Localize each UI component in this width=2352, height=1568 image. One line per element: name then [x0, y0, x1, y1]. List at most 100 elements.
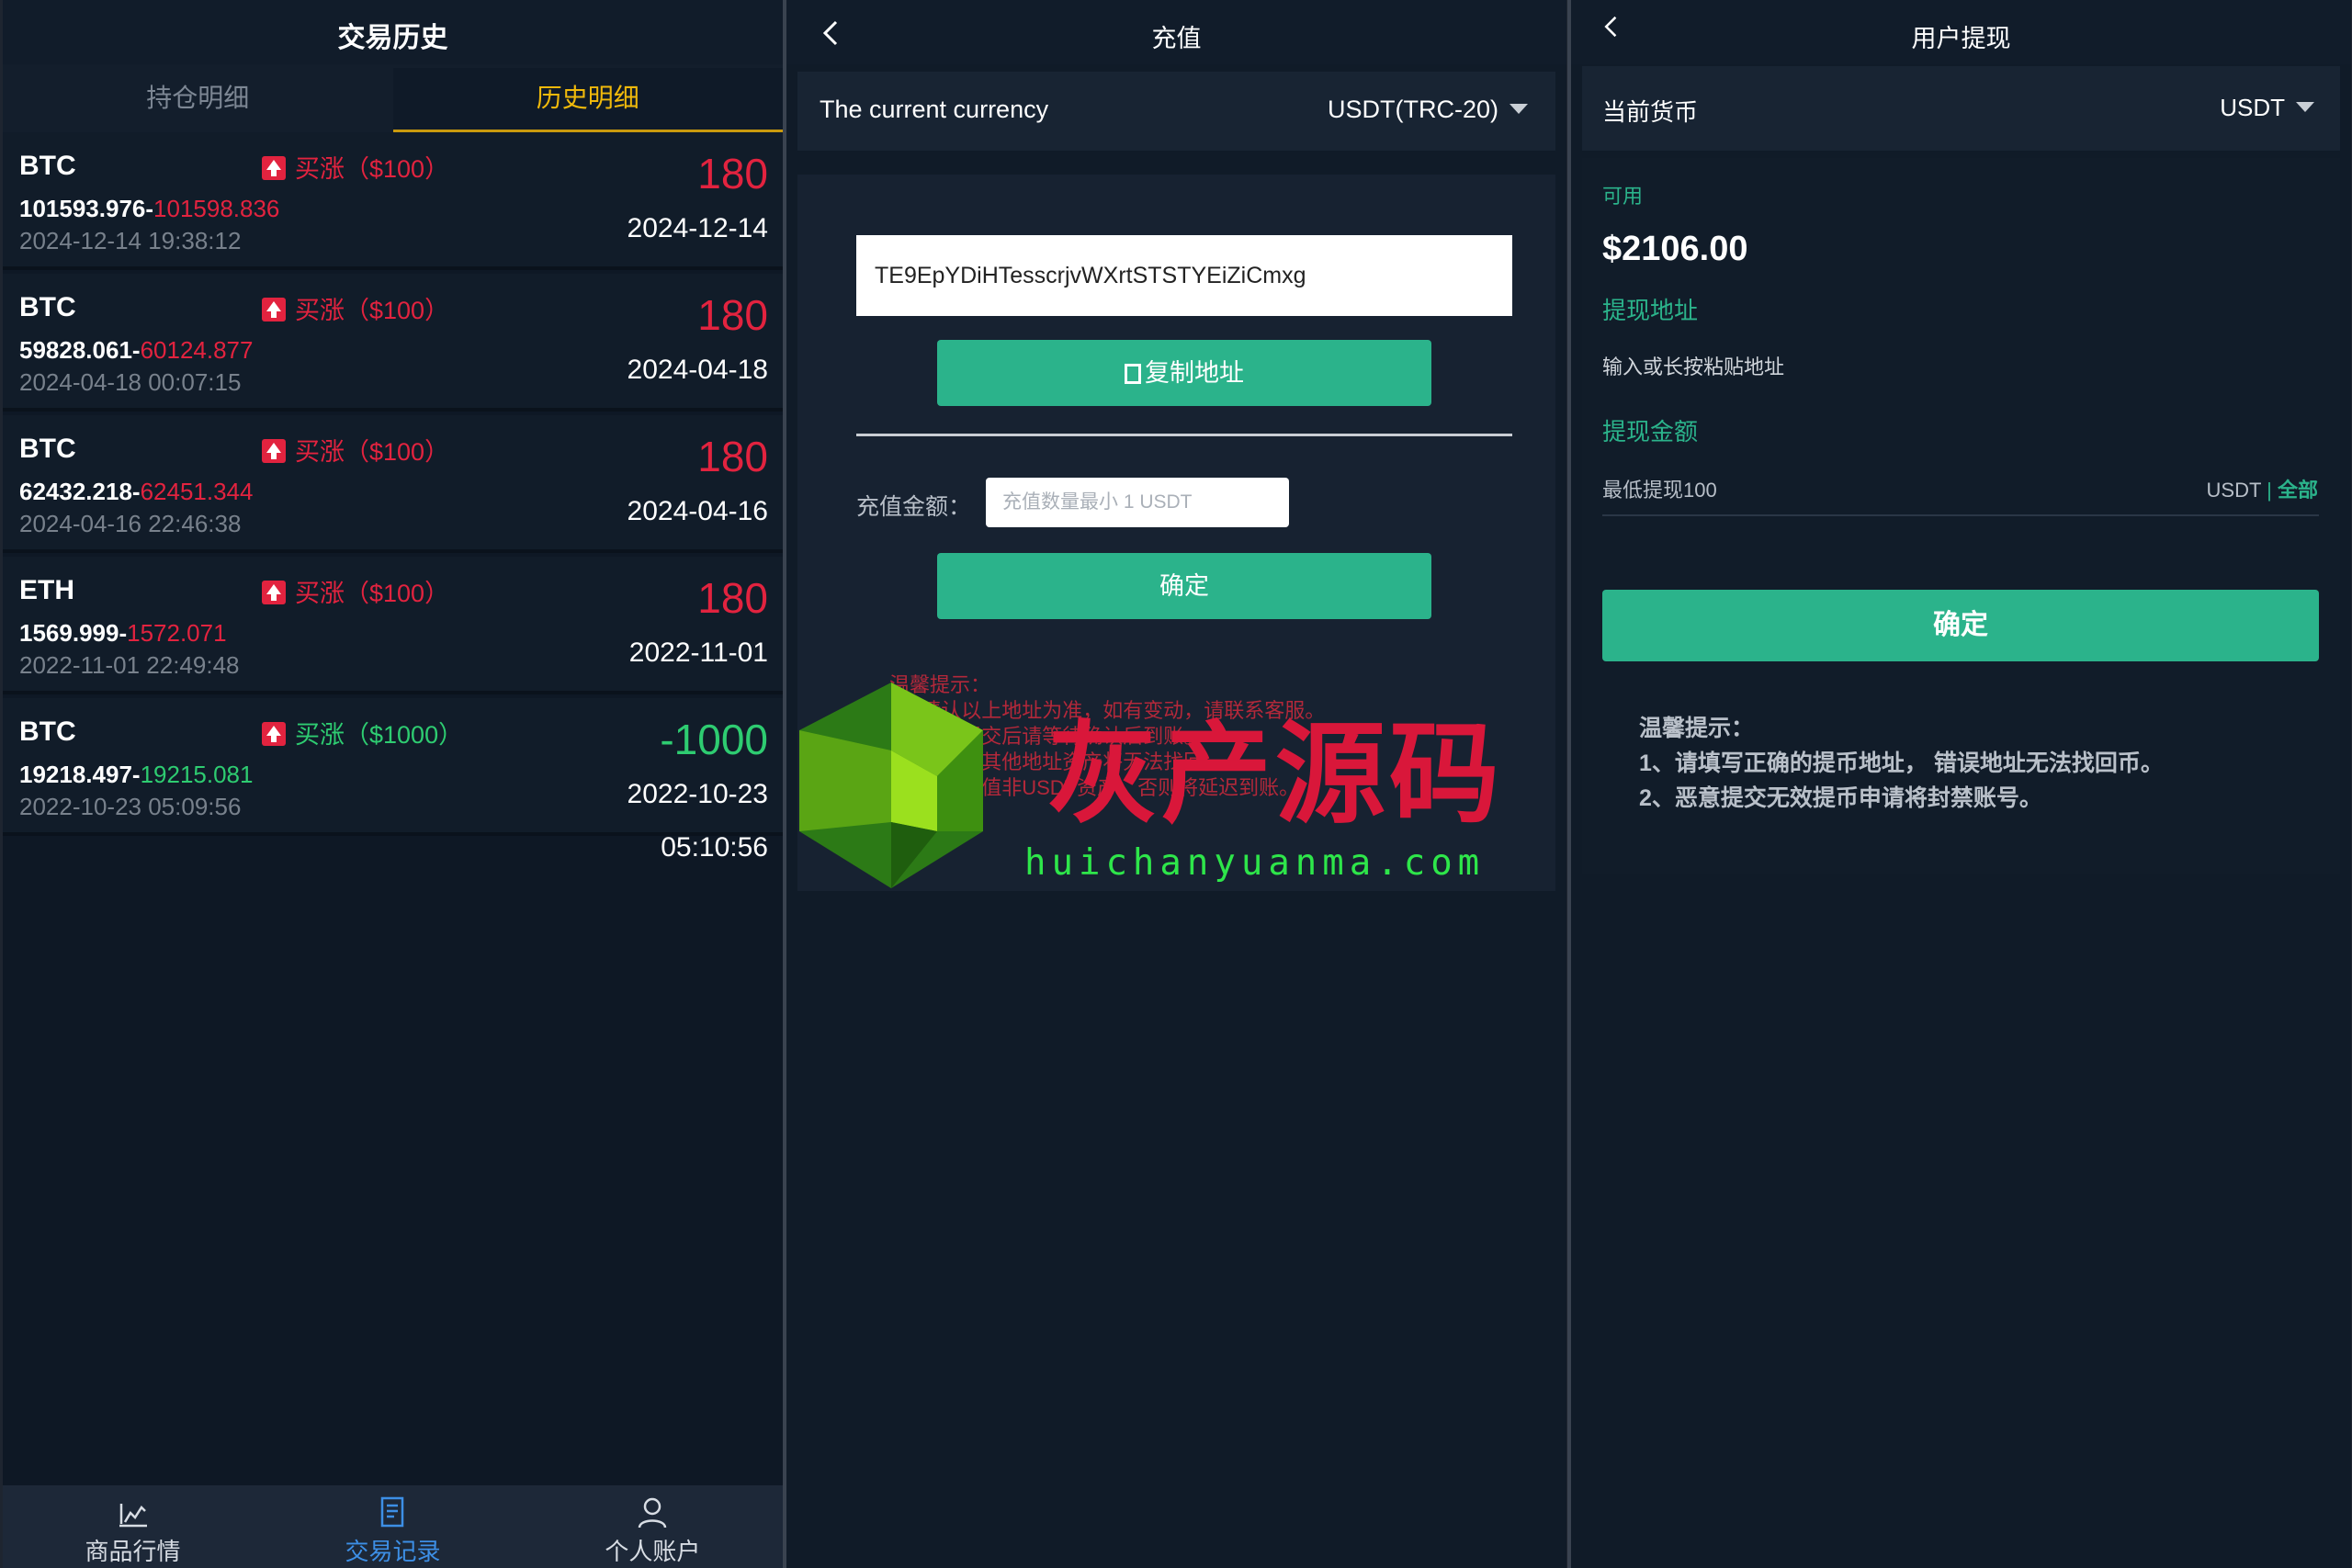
- deposit-amount-input[interactable]: 充值数量最小 1 USDT: [986, 478, 1289, 527]
- trade-direction-label: 买涨: [295, 580, 345, 607]
- copy-address-label: 复制地址: [1145, 359, 1244, 387]
- trade-profit: 180: [697, 433, 768, 480]
- trade-date: 2024-04-16: [627, 496, 768, 526]
- trade-close-time: 05:10:56: [661, 832, 768, 863]
- amount-label: 充值金额：: [856, 494, 972, 520]
- available-label: 可用: [1602, 185, 1644, 208]
- arrow-up-icon: [262, 298, 286, 321]
- records-icon: [381, 1496, 404, 1528]
- trade-amount: （$100）: [345, 155, 450, 183]
- trade-symbol: BTC: [19, 292, 76, 322]
- available-balance: $2106.00: [1602, 230, 1748, 268]
- user-icon: [639, 1497, 667, 1529]
- trade-prices: 1569.999-1572.071: [19, 619, 227, 648]
- watermark: 灰产源码 huichanyuanma.com: [799, 675, 1571, 896]
- trade-symbol: ETH: [19, 575, 74, 605]
- withdraw-tip: 1、请填写正确的提币地址， 错误地址无法找回币。: [1639, 750, 2164, 776]
- currency-value: USDT: [2220, 94, 2314, 122]
- trade-direction: 买涨（$100）: [262, 290, 449, 326]
- trade-direction-label: 买涨: [295, 155, 345, 183]
- unit-label: USDT: [2206, 479, 2262, 502]
- withdraw-tip: 温馨提示：: [1639, 716, 1755, 741]
- watermark-title: 灰产源码: [1047, 711, 1503, 839]
- trade-close-price: 1572.071: [127, 619, 227, 647]
- withdraw-header: 用户提现: [1571, 0, 2351, 64]
- chevron-down-icon: [2296, 102, 2314, 112]
- trade-row[interactable]: BTC 买涨（$100） 180 101593.976-101598.836 2024-…: [3, 132, 783, 270]
- tab-positions[interactable]: 持仓明细: [3, 64, 393, 132]
- watermark-url: huichanyuanma.com: [1024, 842, 1486, 884]
- trade-row[interactable]: BTC 买涨（$100） 180 59828.061-60124.877 2024-04…: [3, 274, 783, 412]
- trade-profit: 180: [697, 150, 768, 197]
- history-tabs: 持仓明细 历史明细: [3, 64, 783, 132]
- deposit-confirm-button[interactable]: 确定: [937, 553, 1431, 619]
- chart-icon: [119, 1504, 148, 1528]
- unit-all: USDT | 全部: [2207, 474, 2318, 503]
- withdraw-card: 可用 $2106.00 提现地址 输入或长按粘贴地址 提现金额 最低提现100 …: [1582, 158, 2340, 874]
- trade-direction: 买涨（$100）: [262, 149, 449, 185]
- trade-amount: （$100）: [345, 580, 450, 607]
- arrow-up-icon: [262, 722, 286, 746]
- nav-item-market[interactable]: 商品行情: [3, 1485, 263, 1568]
- currency-selector[interactable]: The current currency USDT(TRC-20): [797, 72, 1555, 151]
- trade-profit: -1000: [660, 716, 768, 763]
- nav-item-records[interactable]: 交易记录: [263, 1485, 523, 1568]
- deposit-header: 充值: [786, 0, 1566, 64]
- trade-direction: 买涨（$100）: [262, 432, 449, 468]
- deposit-address: TE9EpYDiHTesscrjvWXrtSTSTYEiZiCmxg: [856, 235, 1512, 316]
- history-header: 交易历史: [3, 0, 783, 64]
- trade-direction-label: 买涨: [295, 438, 345, 466]
- trade-row[interactable]: ETH 买涨（$100） 180 1569.999-1572.071 2022-11-0…: [3, 557, 783, 694]
- trade-open-price: 59828.061-: [19, 336, 141, 364]
- unit-separator: |: [2267, 479, 2272, 502]
- withdraw-address-input[interactable]: 输入或长按粘贴地址: [1602, 351, 1784, 380]
- trade-prices: 101593.976-101598.836: [19, 195, 279, 223]
- withdraw-confirm-button[interactable]: 确定: [1602, 590, 2319, 661]
- withdraw-all-button[interactable]: 全部: [2278, 479, 2318, 502]
- trade-open-price: 101593.976-: [19, 195, 154, 222]
- trade-date: 2022-11-01: [628, 637, 768, 668]
- trade-time: 2022-10-23 05:09:56: [19, 793, 242, 820]
- withdraw-amount-input[interactable]: 最低提现100: [1602, 474, 1717, 503]
- nav-item-account[interactable]: 个人账户: [523, 1485, 783, 1568]
- trade-symbol: BTC: [19, 716, 76, 747]
- trade-prices: 19218.497-19215.081: [19, 761, 253, 789]
- copy-address-button[interactable]: 复制地址: [937, 340, 1431, 406]
- currency-value: USDT(TRC-20): [1328, 96, 1528, 124]
- history-title: 交易历史: [337, 23, 448, 53]
- currency-value-text: USDT(TRC-20): [1328, 96, 1498, 123]
- trade-amount: （$100）: [345, 297, 450, 324]
- nav-label-market: 商品行情: [85, 1538, 181, 1565]
- currency-label: The current currency: [820, 96, 1049, 123]
- withdraw-tip: 2、恶意提交无效提币申请将封禁账号。: [1639, 785, 2042, 811]
- trade-profit: 180: [697, 291, 768, 339]
- tab-history[interactable]: 历史明细: [392, 64, 783, 132]
- amount-underline: [1602, 514, 2319, 516]
- trade-close-price: 101598.836: [153, 195, 280, 222]
- withdraw-address-label: 提现地址: [1602, 297, 1699, 324]
- trade-row[interactable]: BTC 买涨（$100） 180 62432.218-62451.344 2024-04…: [3, 415, 783, 553]
- trade-close-price: 62451.344: [140, 478, 254, 505]
- trade-row[interactable]: BTC 买涨（$1000） -1000 19218.497-19215.081 2022…: [3, 698, 783, 863]
- trade-prices: 59828.061-60124.877: [19, 336, 253, 365]
- trade-direction-label: 买涨: [295, 721, 345, 749]
- trade-open-price: 19218.497-: [19, 761, 141, 788]
- trade-time: 2024-12-14 19:38:12: [19, 227, 242, 254]
- trade-open-price: 62432.218-: [19, 478, 141, 505]
- trade-amount: （$1000）: [345, 721, 464, 749]
- trade-symbol: BTC: [19, 434, 76, 464]
- currency-value-text: USDT: [2220, 94, 2285, 121]
- trade-profit: 180: [697, 574, 768, 622]
- trade-direction: 买涨（$1000）: [262, 715, 463, 750]
- withdraw-title: 用户提现: [1911, 25, 2011, 52]
- trade-date: 2024-12-14: [627, 213, 768, 243]
- trade-date: 2022-10-23: [627, 779, 768, 809]
- trade-time: 2024-04-16 22:46:38: [19, 510, 242, 537]
- currency-selector[interactable]: 当前货币 USDT: [1582, 66, 2340, 151]
- trade-time: 2022-11-01 22:49:48: [19, 651, 240, 679]
- nav-label-records: 交易记录: [345, 1538, 441, 1565]
- withdraw-amount-label: 提现金额: [1602, 418, 1699, 446]
- arrow-up-icon: [262, 581, 286, 604]
- withdraw-tips: 温馨提示： 1、请填写正确的提币地址， 错误地址无法找回币。 2、恶意提交无效提…: [1639, 711, 2164, 816]
- trade-close-price: 60124.877: [140, 336, 254, 364]
